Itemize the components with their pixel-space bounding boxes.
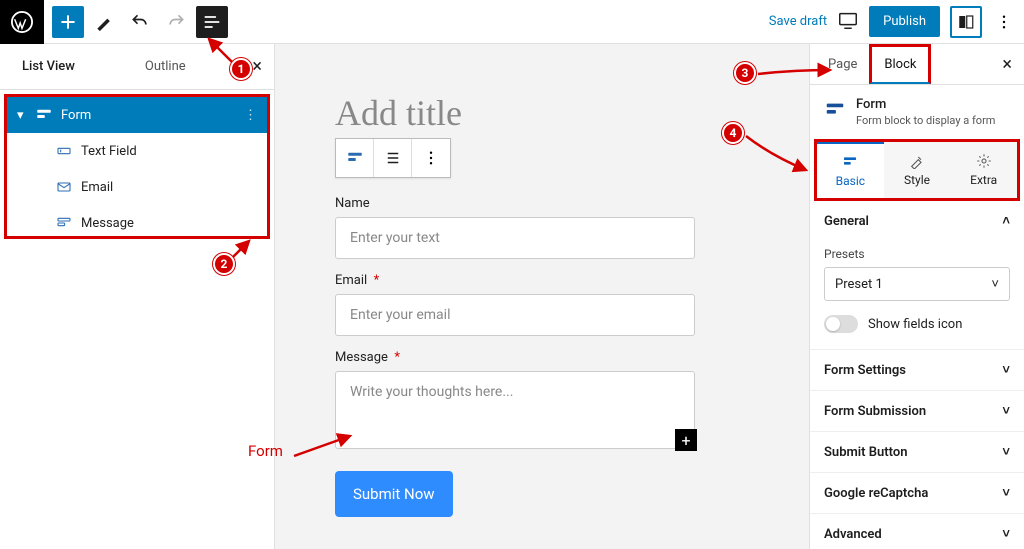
email-icon (55, 178, 73, 196)
undo-button[interactable] (124, 6, 156, 38)
section-general[interactable]: General ˄ (810, 201, 1024, 241)
list-item-label: Email (81, 180, 113, 195)
subtab-style[interactable]: Style (884, 142, 951, 198)
section-form-submission[interactable]: Form Submission ˅ (810, 390, 1024, 431)
form-block[interactable]: Name Enter your text Email * Enter your … (335, 196, 695, 517)
editor-canvas[interactable]: Add title Name Enter your text Email * E… (275, 44, 809, 549)
tab-list-view[interactable]: List View (12, 59, 85, 74)
document-overview-panel: List View Outline × ▾ Form ⋮ Text Field (0, 44, 275, 549)
chevron-up-icon: ˄ (1002, 213, 1010, 229)
save-draft-link[interactable]: Save draft (769, 14, 827, 29)
chevron-down-icon: ˅ (1002, 485, 1010, 501)
close-sidebar-button[interactable]: × (996, 54, 1018, 75)
section-title: Form Settings (824, 363, 906, 378)
section-title: Advanced (824, 527, 882, 542)
section-title: Form Submission (824, 404, 926, 419)
annotation-form-label: Form (248, 442, 283, 460)
section-title: General (824, 214, 869, 229)
section-submit-button[interactable]: Submit Button ˅ (810, 431, 1024, 472)
preview-button[interactable] (837, 9, 859, 35)
field-label-message: Message * (335, 350, 695, 365)
chevron-down-icon: ˅ (991, 276, 999, 292)
preset-select[interactable]: Preset 1 ˅ (824, 267, 1010, 301)
subtab-extra[interactable]: Extra (950, 142, 1017, 198)
presets-label: Presets (824, 247, 1010, 261)
section-title: Submit Button (824, 445, 907, 460)
block-card: Form Form block to display a form (810, 85, 1024, 139)
wp-logo[interactable] (0, 0, 44, 44)
section-title: Google reCaptcha (824, 486, 928, 501)
redo-button[interactable] (160, 6, 192, 38)
message-icon (55, 214, 73, 232)
chevron-down-icon: ▾ (17, 108, 27, 123)
chevron-down-icon: ˅ (1002, 526, 1010, 542)
subtab-basic[interactable]: Basic (817, 142, 884, 198)
block-more-button[interactable] (412, 139, 450, 177)
list-item-label: Message (81, 216, 134, 231)
subtab-label: Extra (970, 173, 997, 187)
text-field-icon (55, 142, 73, 160)
annotation-arrow-4 (742, 132, 812, 180)
list-item-email[interactable]: Email (7, 169, 267, 205)
name-input[interactable]: Enter your text (335, 217, 695, 259)
block-toolbar (335, 138, 451, 178)
annotation-marker-4: 4 (722, 122, 744, 144)
submit-button[interactable]: Submit Now (335, 471, 453, 517)
editor-top-toolbar: Save draft Publish (0, 0, 1024, 44)
annotation-marker-2: 2 (213, 253, 235, 275)
field-label-email: Email * (335, 273, 695, 288)
annotation-marker-1: 1 (230, 58, 252, 80)
block-description: Form block to display a form (856, 114, 995, 127)
section-advanced[interactable]: Advanced ˅ (810, 513, 1024, 549)
annotation-arrow-3 (754, 70, 834, 104)
show-fields-icon-toggle[interactable] (824, 315, 858, 333)
align-button[interactable] (374, 139, 412, 177)
post-title-placeholder[interactable]: Add title (335, 92, 749, 134)
close-panel-button[interactable]: × (252, 58, 262, 76)
tab-block[interactable]: Block (869, 44, 931, 84)
chevron-down-icon: ˅ (1002, 362, 1010, 378)
list-view-tree: ▾ Form ⋮ Text Field Email (4, 94, 270, 239)
toggle-label: Show fields icon (868, 317, 962, 332)
block-options-button[interactable]: ⋮ (244, 108, 257, 123)
section-general-body: Presets Preset 1 ˅ Show fields icon (810, 241, 1024, 349)
field-label-name: Name (335, 196, 695, 211)
tools-button[interactable] (88, 6, 120, 38)
list-item-text-field[interactable]: Text Field (7, 133, 267, 169)
settings-toggle-button[interactable] (950, 6, 982, 38)
publish-button[interactable]: Publish (869, 6, 940, 37)
email-input[interactable]: Enter your email (335, 294, 695, 336)
section-form-settings[interactable]: Form Settings ˅ (810, 349, 1024, 390)
options-menu-button[interactable] (992, 10, 1016, 34)
annotation-marker-3: 3 (734, 62, 756, 84)
list-item-form[interactable]: ▾ Form ⋮ (7, 97, 267, 133)
form-block-icon (35, 106, 53, 124)
subtab-label: Style (904, 173, 930, 187)
settings-sidebar: Page Block × Form Form block to display … (809, 44, 1024, 549)
block-type-button[interactable] (336, 139, 374, 177)
block-name: Form (856, 97, 886, 112)
list-item-label: Form (61, 108, 91, 123)
section-recaptcha[interactable]: Google reCaptcha ˅ (810, 472, 1024, 513)
message-textarea[interactable]: Write your thoughts here... (335, 371, 695, 449)
chevron-down-icon: ˅ (1002, 444, 1010, 460)
list-item-label: Text Field (81, 144, 137, 159)
tab-outline[interactable]: Outline (135, 59, 196, 74)
inspector-subtabs: Basic Style Extra (814, 139, 1020, 201)
annotation-arrow-form (290, 430, 360, 464)
preset-value: Preset 1 (835, 277, 883, 292)
subtab-label: Basic (836, 174, 865, 188)
add-block-button[interactable]: + (675, 429, 697, 451)
block-inserter-button[interactable] (52, 6, 84, 38)
chevron-down-icon: ˅ (1002, 403, 1010, 419)
